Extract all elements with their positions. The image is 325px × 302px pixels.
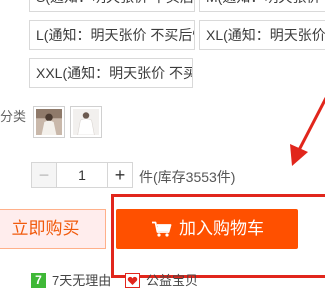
stock-text: 件(库存3553件): [139, 169, 236, 185]
color-option-1[interactable]: [33, 106, 65, 138]
charity-label: 公益宝贝: [146, 273, 199, 288]
color-option-2[interactable]: [70, 106, 102, 138]
product-thumbnail-image: [73, 109, 99, 135]
quantity-input[interactable]: 1: [56, 162, 108, 188]
size-option-l[interactable]: L(通知：明天张价 不买后悔): [29, 20, 195, 50]
seven-day-return-icon: 7: [31, 273, 46, 288]
buy-now-button[interactable]: 立即购买: [0, 209, 106, 249]
product-thumbnail-image: [36, 109, 62, 135]
size-option-xl[interactable]: XL(通知：明天张价 不买后悔): [199, 20, 325, 50]
size-option-s[interactable]: S(通知：明天张价 不买后悔): [29, 0, 195, 12]
quantity-increase-button[interactable]: +: [107, 162, 133, 188]
seven-day-return-label: 7天无理由: [52, 273, 112, 288]
size-option-xxl[interactable]: XXL(通知：明天张价 不买后悔): [29, 58, 193, 88]
highlight-frame: [111, 194, 325, 278]
charity-heart-icon: [125, 273, 140, 288]
color-row-label: 分类: [0, 109, 27, 124]
annotation-arrow-icon: [290, 97, 325, 166]
quantity-decrease-button[interactable]: −: [31, 162, 57, 188]
size-option-m[interactable]: M(通知：明天张价 不买后悔): [199, 0, 325, 12]
